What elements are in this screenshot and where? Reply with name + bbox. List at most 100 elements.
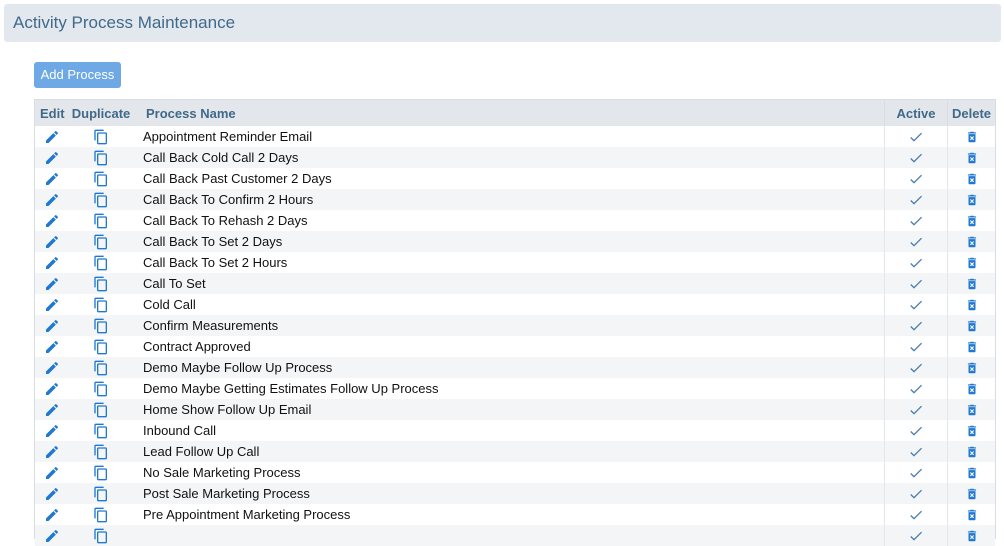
- copy-icon[interactable]: [93, 255, 109, 271]
- trash-icon[interactable]: [965, 151, 979, 165]
- trash-icon[interactable]: [965, 130, 979, 144]
- process-name: Call Back Cold Call 2 Days: [143, 150, 299, 165]
- check-icon: [908, 423, 924, 439]
- check-icon: [908, 171, 924, 187]
- process-name: Call Back To Rehash 2 Days: [143, 213, 308, 228]
- pencil-icon[interactable]: [44, 360, 60, 376]
- check-icon: [908, 318, 924, 334]
- trash-icon[interactable]: [965, 298, 979, 312]
- column-header-duplicate: Duplicate: [71, 105, 131, 121]
- process-name: Inbound Call: [143, 423, 216, 438]
- process-name: Lead Follow Up Call: [143, 444, 260, 459]
- process-name: Call Back To Confirm 2 Hours: [143, 192, 314, 207]
- copy-icon[interactable]: [93, 129, 109, 145]
- table-row: Call Back To Confirm 2 Hours: [35, 189, 995, 210]
- check-icon: [908, 297, 924, 313]
- copy-icon[interactable]: [93, 528, 109, 544]
- copy-icon[interactable]: [93, 381, 109, 397]
- trash-icon[interactable]: [965, 361, 979, 375]
- trash-icon[interactable]: [965, 466, 979, 480]
- pencil-icon[interactable]: [44, 297, 60, 313]
- trash-icon[interactable]: [965, 340, 979, 354]
- process-name: Post Sale Marketing Process: [143, 486, 310, 501]
- trash-icon[interactable]: [965, 172, 979, 186]
- process-name: Confirm Measurements: [143, 318, 279, 333]
- pencil-icon[interactable]: [44, 444, 60, 460]
- process-table: Edit Duplicate Process Name Active Delet…: [34, 99, 996, 546]
- table-row: Call Back To Set 2 Days: [35, 231, 995, 252]
- table-row: Demo Maybe Follow Up Process: [35, 357, 995, 378]
- pencil-icon[interactable]: [44, 150, 60, 166]
- trash-icon[interactable]: [965, 193, 979, 207]
- table-header-row: Edit Duplicate Process Name Active Delet…: [35, 100, 995, 126]
- table-row: Pre Appointment Marketing Process: [35, 504, 995, 525]
- check-icon: [908, 192, 924, 208]
- pencil-icon[interactable]: [44, 171, 60, 187]
- check-icon: [908, 528, 924, 544]
- trash-icon[interactable]: [965, 277, 979, 291]
- check-icon: [908, 360, 924, 376]
- pencil-icon[interactable]: [44, 528, 60, 544]
- copy-icon[interactable]: [93, 339, 109, 355]
- pencil-icon[interactable]: [44, 339, 60, 355]
- copy-icon[interactable]: [93, 150, 109, 166]
- pencil-icon[interactable]: [44, 318, 60, 334]
- pencil-icon[interactable]: [44, 213, 60, 229]
- pencil-icon[interactable]: [44, 255, 60, 271]
- trash-icon[interactable]: [965, 214, 979, 228]
- pencil-icon[interactable]: [44, 507, 60, 523]
- check-icon: [908, 213, 924, 229]
- trash-icon[interactable]: [965, 445, 979, 459]
- copy-icon[interactable]: [93, 234, 109, 250]
- pencil-icon[interactable]: [44, 129, 60, 145]
- copy-icon[interactable]: [93, 423, 109, 439]
- process-name: Pre Appointment Marketing Process: [143, 507, 351, 522]
- trash-icon[interactable]: [965, 319, 979, 333]
- trash-icon[interactable]: [965, 256, 979, 270]
- trash-icon[interactable]: [965, 508, 979, 522]
- copy-icon[interactable]: [93, 486, 109, 502]
- pencil-icon[interactable]: [44, 381, 60, 397]
- trash-icon[interactable]: [965, 235, 979, 249]
- table-row: Call Back To Rehash 2 Days: [35, 210, 995, 231]
- copy-icon[interactable]: [93, 297, 109, 313]
- table-row: [35, 525, 995, 546]
- copy-icon[interactable]: [93, 402, 109, 418]
- process-name: [134, 525, 885, 546]
- trash-icon[interactable]: [965, 403, 979, 417]
- copy-icon[interactable]: [93, 276, 109, 292]
- table-row: Call Back Cold Call 2 Days: [35, 147, 995, 168]
- trash-icon[interactable]: [965, 529, 979, 543]
- pencil-icon[interactable]: [44, 276, 60, 292]
- copy-icon[interactable]: [93, 444, 109, 460]
- pencil-icon[interactable]: [44, 465, 60, 481]
- pencil-icon[interactable]: [44, 234, 60, 250]
- trash-icon[interactable]: [965, 487, 979, 501]
- page-title: Activity Process Maintenance: [13, 13, 236, 32]
- copy-icon[interactable]: [93, 213, 109, 229]
- column-header-process-name[interactable]: Process Name: [134, 100, 885, 126]
- copy-icon[interactable]: [93, 318, 109, 334]
- check-icon: [908, 486, 924, 502]
- pencil-icon[interactable]: [44, 192, 60, 208]
- check-icon: [908, 234, 924, 250]
- copy-icon[interactable]: [93, 507, 109, 523]
- process-name: Call Back Past Customer 2 Days: [143, 171, 332, 186]
- check-icon: [908, 276, 924, 292]
- pencil-icon[interactable]: [44, 486, 60, 502]
- copy-icon[interactable]: [93, 360, 109, 376]
- check-icon: [908, 129, 924, 145]
- trash-icon[interactable]: [965, 382, 979, 396]
- process-name: Call Back To Set 2 Hours: [143, 255, 288, 270]
- pencil-icon[interactable]: [44, 402, 60, 418]
- process-name: Cold Call: [143, 297, 196, 312]
- copy-icon[interactable]: [93, 465, 109, 481]
- table-row: No Sale Marketing Process: [35, 462, 995, 483]
- copy-icon[interactable]: [93, 171, 109, 187]
- add-process-button[interactable]: Add Process: [34, 62, 121, 88]
- table-row: Lead Follow Up Call: [35, 441, 995, 462]
- trash-icon[interactable]: [965, 424, 979, 438]
- copy-icon[interactable]: [93, 192, 109, 208]
- column-header-active: Active: [884, 100, 948, 126]
- pencil-icon[interactable]: [44, 423, 60, 439]
